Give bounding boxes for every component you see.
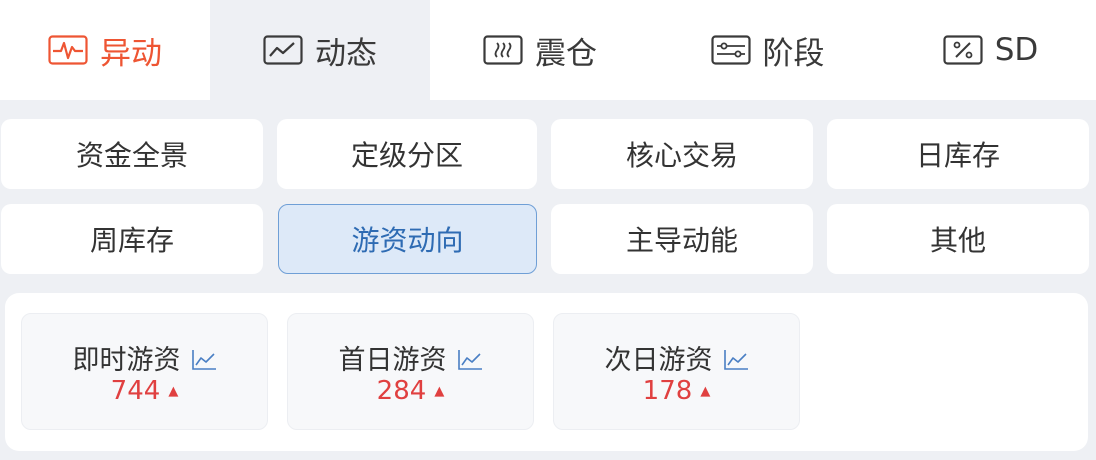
category-dingji-fenqu[interactable]: 定级分区 xyxy=(277,119,537,189)
tab-zhencang[interactable]: 震仓 xyxy=(430,0,650,100)
tab-label: 异动 xyxy=(100,35,162,72)
metric-label: 次日游资 xyxy=(604,345,713,376)
tab-label: SD xyxy=(994,32,1039,68)
category-zhudao-dongneng[interactable]: 主导动能 xyxy=(551,204,813,274)
metric-label: 首日游资 xyxy=(338,345,447,376)
tab-sd[interactable]: SD xyxy=(885,0,1096,100)
category-hexin-jiaoyi[interactable]: 核心交易 xyxy=(551,119,813,189)
line-chart-icon[interactable] xyxy=(723,347,749,378)
metric-value: 744 xyxy=(110,376,161,406)
metric-value: 178 xyxy=(642,376,693,406)
line-chart-icon[interactable] xyxy=(191,347,217,378)
metric-card-jishi-youzi[interactable]: 即时游资 744 ▲ xyxy=(21,313,268,430)
top-tab-bar: 异动 动态 震仓 阶段 SD xyxy=(0,0,1096,100)
category-ri-kucun[interactable]: 日库存 xyxy=(827,119,1089,189)
vibration-icon xyxy=(483,35,523,65)
up-arrow-icon: ▲ xyxy=(168,384,179,399)
category-zhou-kucun[interactable]: 周库存 xyxy=(1,204,263,274)
tab-label: 阶段 xyxy=(762,35,825,72)
line-chart-icon[interactable] xyxy=(457,347,483,378)
trend-chart-icon xyxy=(263,35,303,65)
metric-label: 即时游资 xyxy=(72,345,181,376)
percent-icon xyxy=(943,35,983,65)
category-zijin-quanjing[interactable]: 资金全景 xyxy=(1,119,263,189)
up-arrow-icon: ▲ xyxy=(434,384,445,399)
category-youzi-dongxiang[interactable]: 游资动向 xyxy=(278,204,537,274)
timeline-icon xyxy=(710,35,751,65)
tab-label: 动态 xyxy=(315,35,377,72)
pulse-icon xyxy=(48,35,88,65)
metric-card-shouri-youzi[interactable]: 首日游资 284 ▲ xyxy=(287,313,534,430)
category-qita[interactable]: 其他 xyxy=(827,204,1089,274)
metric-card-ciri-youzi[interactable]: 次日游资 178 ▲ xyxy=(553,313,800,430)
tab-yidong[interactable]: 异动 xyxy=(0,0,210,100)
tab-dongtai[interactable]: 动态 xyxy=(210,0,430,100)
metric-value: 284 xyxy=(376,376,427,406)
tab-jieduan[interactable]: 阶段 xyxy=(650,0,885,100)
tab-label: 震仓 xyxy=(535,35,597,72)
up-arrow-icon: ▲ xyxy=(700,384,711,399)
